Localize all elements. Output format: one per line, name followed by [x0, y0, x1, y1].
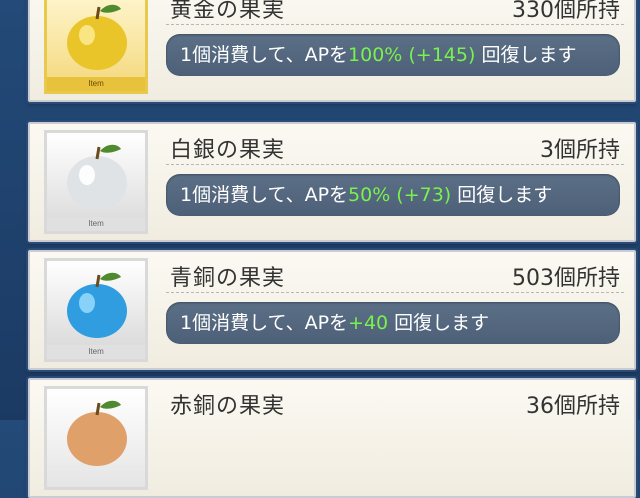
item-tag: Item — [47, 217, 145, 231]
divider — [166, 164, 624, 165]
divider — [166, 292, 624, 293]
effect-suffix: 回復します — [388, 312, 490, 334]
item-thumbnail: Item — [44, 130, 148, 234]
item-count: 503個所持 — [512, 266, 620, 291]
effect-suffix: 回復します — [475, 44, 577, 66]
effect-prefix: 1個消費して、APを — [180, 44, 349, 66]
item-name: 青銅の果実 — [170, 266, 286, 291]
item-card-golden-fruit[interactable]: Item 黄金の果実 330個所持 1個消費して、APを100% (+145) … — [28, 0, 636, 102]
item-effect: 1個消費して、APを100% (+145) 回復します — [166, 34, 620, 76]
item-name: 赤銅の果実 — [170, 394, 286, 419]
item-thumbnail — [44, 386, 148, 490]
item-card-silver-fruit[interactable]: Item 白銀の果実 3個所持 1個消費して、APを50% (+73) 回復しま… — [28, 122, 636, 242]
item-name: 黄金の果実 — [170, 0, 286, 23]
effect-highlight: +40 — [348, 312, 389, 334]
silver-apple-icon — [67, 144, 127, 210]
item-tag: Item — [47, 77, 145, 91]
item-effect: 1個消費して、APを+40 回復します — [166, 302, 620, 344]
effect-suffix: 回復します — [451, 184, 553, 206]
item-count: 3個所持 — [540, 138, 620, 163]
divider — [166, 24, 624, 25]
item-thumbnail: Item — [44, 258, 148, 362]
golden-apple-icon — [67, 4, 127, 70]
item-effect: 1個消費して、APを50% (+73) 回復します — [166, 174, 620, 216]
effect-prefix: 1個消費して、APを — [180, 184, 349, 206]
effect-prefix: 1個消費して、APを — [180, 312, 349, 334]
item-tag: Item — [47, 345, 145, 359]
item-thumbnail: Item — [44, 0, 148, 94]
item-card-bronze-fruit[interactable]: Item 青銅の果実 503個所持 1個消費して、APを+40 回復します — [28, 250, 636, 370]
effect-highlight: 100% (+145) — [348, 44, 476, 66]
effect-highlight: 50% (+73) — [348, 184, 452, 206]
copper-apple-icon — [67, 400, 127, 466]
item-name: 白銀の果実 — [170, 138, 286, 163]
item-card-copper-fruit[interactable]: 赤銅の果実 36個所持 — [28, 378, 636, 498]
item-count: 36個所持 — [526, 394, 620, 419]
bronze-apple-icon — [67, 272, 127, 338]
item-count: 330個所持 — [512, 0, 620, 23]
